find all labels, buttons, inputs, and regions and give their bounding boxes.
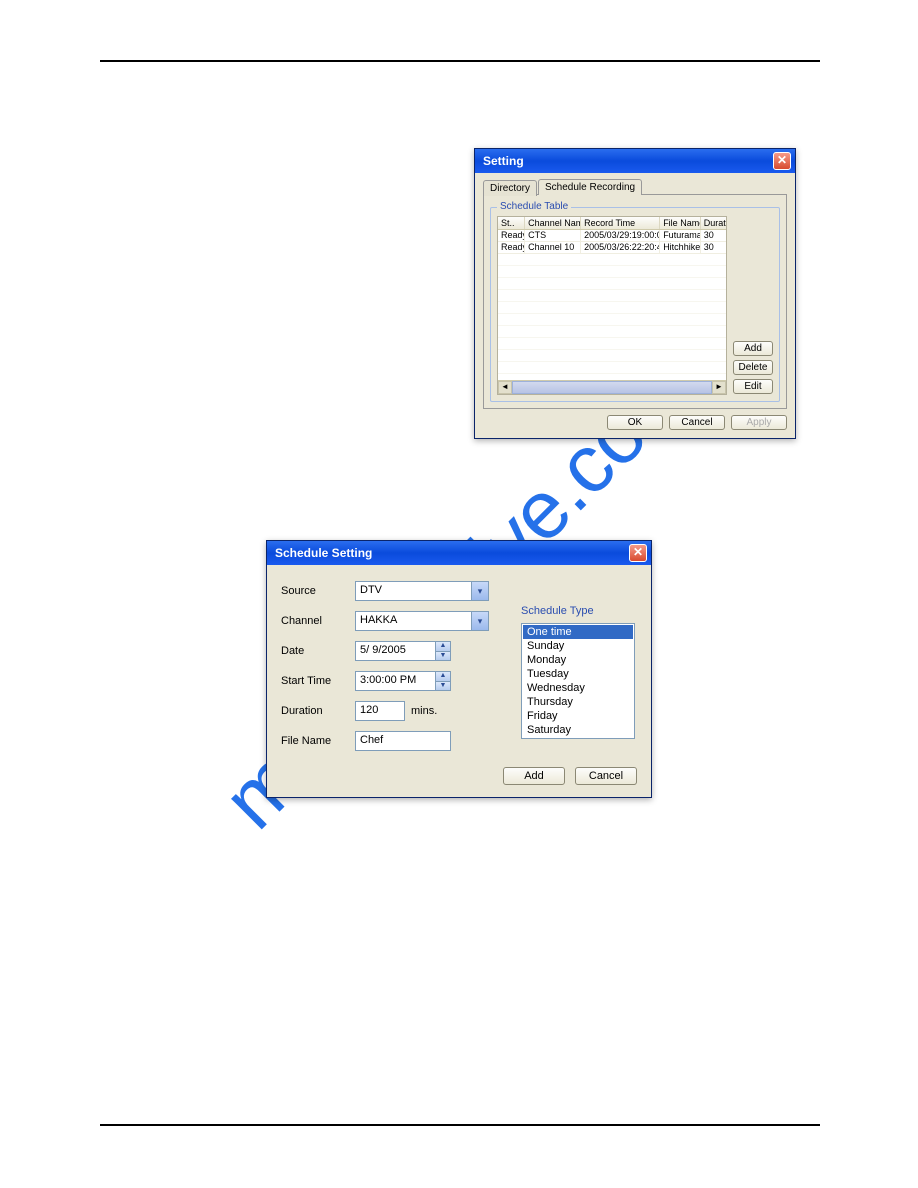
schedule-type-list[interactable]: One time Sunday Monday Tuesday Wednesday… (521, 623, 635, 739)
source-value: DTV (360, 584, 382, 596)
cell-file-name: Futurama (660, 230, 701, 241)
cell-status: Ready (498, 242, 525, 253)
schedule-setting-title: Schedule Setting (275, 546, 372, 560)
cell-file-name: Hitchhiker.. (660, 242, 701, 253)
scroll-right-icon[interactable]: ► (712, 381, 726, 394)
cancel-button[interactable]: Cancel (575, 767, 637, 785)
page-rule-top (100, 60, 820, 62)
ok-button[interactable]: OK (607, 415, 663, 430)
time-spinner[interactable]: ▲▼ (435, 672, 450, 690)
duration-label: Duration (281, 705, 355, 717)
date-input[interactable]: 5/ 9/2005 ▲▼ (355, 641, 451, 661)
start-time-input[interactable]: 3:00:00 PM ▲▼ (355, 671, 451, 691)
start-time-label: Start Time (281, 675, 355, 687)
list-item[interactable]: Saturday (523, 723, 633, 737)
schedule-table[interactable]: St.. Channel Name Record Time File Name … (497, 216, 727, 395)
scroll-left-icon[interactable]: ◄ (498, 381, 512, 394)
group-title: Schedule Table (497, 201, 571, 212)
duration-input[interactable]: 120 (355, 701, 405, 721)
add-button[interactable]: Add (733, 341, 773, 356)
cell-record-time: 2005/03/26:22:20:41 (581, 242, 660, 253)
col-file-name[interactable]: File Name (660, 217, 701, 229)
date-label: Date (281, 645, 355, 657)
schedule-table-group: Schedule Table St.. Channel Name Record … (490, 207, 780, 402)
col-channel[interactable]: Channel Name (525, 217, 581, 229)
list-item[interactable]: Sunday (523, 639, 633, 653)
mins-label: mins. (411, 705, 437, 717)
spin-up-icon[interactable]: ▲ (435, 672, 450, 682)
list-item[interactable]: Friday (523, 709, 633, 723)
channel-label: Channel (281, 615, 355, 627)
list-item[interactable]: One time (523, 625, 633, 639)
dialog-buttons: OK Cancel Apply (483, 415, 787, 430)
table-header: St.. Channel Name Record Time File Name … (498, 217, 726, 230)
list-item[interactable]: Monday (523, 653, 633, 667)
col-duration[interactable]: Durati (701, 217, 726, 229)
cancel-button[interactable]: Cancel (669, 415, 725, 430)
table-row[interactable]: Ready Channel 10 2005/03/26:22:20:41 Hit… (498, 242, 726, 254)
cell-status: Ready (498, 230, 525, 241)
schedule-buttons: Add Cancel (281, 767, 637, 785)
tabs: Directory Schedule Recording (483, 179, 787, 195)
table-body: Ready CTS 2005/03/29:19:00:00 Futurama 3… (498, 230, 726, 380)
list-item[interactable]: Wednesday (523, 681, 633, 695)
chevron-down-icon[interactable]: ▾ (471, 612, 488, 630)
col-status[interactable]: St.. (498, 217, 525, 229)
apply-button: Apply (731, 415, 787, 430)
channel-value: HAKKA (360, 614, 397, 626)
tab-schedule-recording[interactable]: Schedule Recording (538, 179, 642, 195)
date-spinner[interactable]: ▲▼ (435, 642, 450, 660)
delete-button[interactable]: Delete (733, 360, 773, 375)
close-icon[interactable]: ✕ (629, 544, 647, 562)
date-value: 5/ 9/2005 (360, 644, 406, 656)
col-record-time[interactable]: Record Time (581, 217, 660, 229)
file-name-label: File Name (281, 735, 355, 747)
cell-channel: Channel 10 (525, 242, 581, 253)
spin-up-icon[interactable]: ▲ (435, 642, 450, 652)
channel-combo[interactable]: HAKKA ▾ (355, 611, 489, 631)
source-combo[interactable]: DTV ▾ (355, 581, 489, 601)
cell-record-time: 2005/03/29:19:00:00 (581, 230, 660, 241)
side-buttons: Add Delete Edit (733, 216, 773, 394)
page-rule-bottom (100, 1124, 820, 1126)
add-button[interactable]: Add (503, 767, 565, 785)
file-name-value: Chef (360, 734, 383, 746)
table-row[interactable]: Ready CTS 2005/03/29:19:00:00 Futurama 3… (498, 230, 726, 242)
setting-window: Setting ✕ Directory Schedule Recording S… (474, 148, 796, 439)
duration-value: 120 (360, 704, 378, 716)
source-label: Source (281, 585, 355, 597)
empty-rows (498, 254, 726, 380)
file-name-input[interactable]: Chef (355, 731, 451, 751)
list-item[interactable]: Tuesday (523, 667, 633, 681)
tab-panel: Schedule Table St.. Channel Name Record … (483, 194, 787, 409)
edit-button[interactable]: Edit (733, 379, 773, 394)
horizontal-scrollbar[interactable]: ◄ ► (498, 380, 726, 394)
setting-title: Setting (483, 154, 524, 168)
tab-directory[interactable]: Directory (483, 180, 537, 196)
close-icon[interactable]: ✕ (773, 152, 791, 170)
setting-titlebar[interactable]: Setting ✕ (475, 149, 795, 173)
chevron-down-icon[interactable]: ▾ (471, 582, 488, 600)
schedule-type-group: Schedule Type One time Sunday Monday Tue… (521, 605, 635, 739)
schedule-type-title: Schedule Type (521, 605, 635, 617)
scroll-thumb[interactable] (512, 381, 712, 394)
spin-down-icon[interactable]: ▼ (435, 652, 450, 661)
list-item[interactable]: Thursday (523, 695, 633, 709)
spin-down-icon[interactable]: ▼ (435, 682, 450, 691)
cell-duration: 30 (701, 230, 726, 241)
start-time-value: 3:00:00 PM (360, 674, 416, 686)
schedule-setting-titlebar[interactable]: Schedule Setting ✕ (267, 541, 651, 565)
cell-channel: CTS (525, 230, 581, 241)
cell-duration: 30 (701, 242, 726, 253)
schedule-setting-window: Schedule Setting ✕ Source DTV ▾ Channel … (266, 540, 652, 798)
